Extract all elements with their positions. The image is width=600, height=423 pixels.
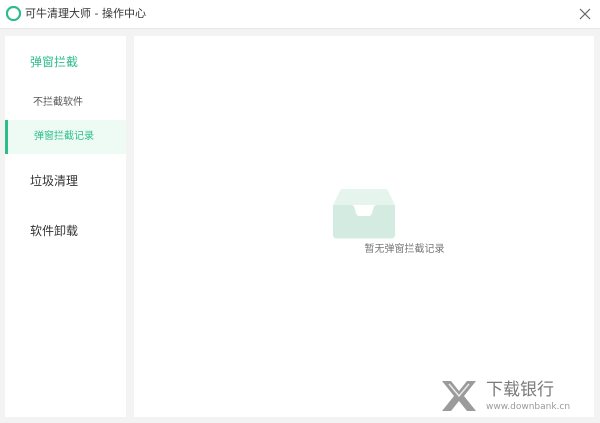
watermark-url: www.downbank.cn <box>486 402 571 412</box>
window-title: 可牛清理大师 - 操作中心 <box>25 7 146 20</box>
main-panel: 暂无弹窗拦截记录 <box>134 36 594 417</box>
sidebar-item-uninstall[interactable]: 软件卸载 <box>30 223 78 239</box>
sidebar-item-block-records[interactable]: 弹窗拦截记录 <box>5 120 126 154</box>
empty-inbox-icon <box>333 189 395 239</box>
title-bar: 可牛清理大师 - 操作中心 <box>0 0 600 29</box>
watermark-logo <box>442 381 476 411</box>
sidebar-item-not-blocked-software[interactable]: 不拦截软件 <box>33 96 83 110</box>
sidebar-item-popup-block[interactable]: 弹窗拦截 <box>30 54 78 70</box>
app-logo-icon <box>6 6 21 21</box>
sidebar-item-label: 弹窗拦截记录 <box>34 131 94 142</box>
active-indicator <box>5 120 8 154</box>
close-icon[interactable] <box>575 4 595 24</box>
sidebar-item-junk-clean[interactable]: 垃圾清理 <box>30 173 78 189</box>
empty-state-text: 暂无弹窗拦截记录 <box>364 244 445 255</box>
watermark-text: 下载银行 <box>486 380 554 400</box>
sidebar: 弹窗拦截 不拦截软件 弹窗拦截记录 垃圾清理 软件卸载 <box>5 36 126 417</box>
